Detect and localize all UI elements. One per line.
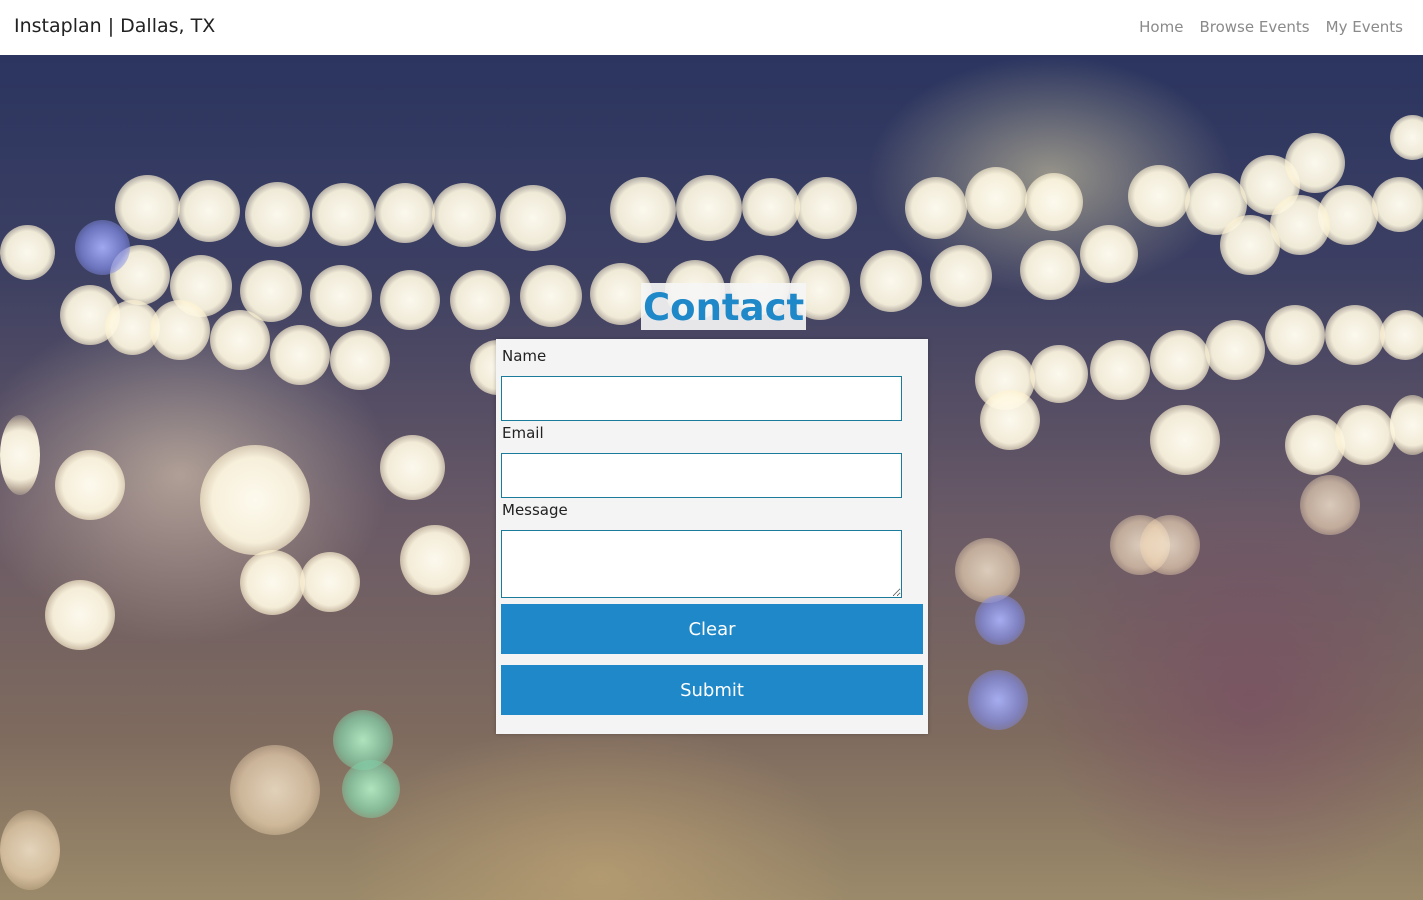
bokeh-light <box>380 435 445 500</box>
bokeh-light <box>905 177 967 239</box>
bokeh-light <box>1380 310 1423 360</box>
name-label: Name <box>502 347 547 365</box>
bokeh-light <box>115 175 180 240</box>
bokeh-light <box>1025 173 1083 231</box>
message-textarea[interactable] <box>501 530 902 598</box>
bokeh-light <box>1300 475 1360 535</box>
bokeh-light <box>676 175 742 241</box>
bokeh-light <box>1030 345 1088 403</box>
bokeh-light <box>450 270 510 330</box>
message-label: Message <box>502 501 568 519</box>
bokeh-light <box>0 415 40 495</box>
bokeh-light <box>230 745 320 835</box>
clear-button[interactable]: Clear <box>501 604 923 654</box>
bokeh-light <box>178 180 240 242</box>
bokeh-light <box>975 595 1025 645</box>
bokeh-light <box>520 265 582 327</box>
bokeh-light <box>55 450 125 520</box>
nav-links: Home Browse Events My Events <box>1139 18 1403 36</box>
bokeh-light <box>342 760 400 818</box>
bokeh-light <box>245 182 310 247</box>
bokeh-light <box>955 538 1020 603</box>
nav-link-my-events[interactable]: My Events <box>1326 18 1403 36</box>
bokeh-light <box>1080 225 1138 283</box>
nav-link-home[interactable]: Home <box>1139 18 1183 36</box>
bokeh-light <box>1090 340 1150 400</box>
contact-form: Name Email Message Clear Submit <box>496 339 928 734</box>
bokeh-light <box>300 552 360 612</box>
bokeh-light <box>1020 240 1080 300</box>
bokeh-light <box>1335 405 1395 465</box>
bokeh-light <box>1150 405 1220 475</box>
bokeh-light <box>610 177 676 243</box>
bokeh-light <box>1285 133 1345 193</box>
bokeh-light <box>1205 320 1265 380</box>
bokeh-light <box>330 330 390 390</box>
email-label: Email <box>502 424 544 442</box>
bokeh-light <box>980 390 1040 450</box>
bokeh-light <box>1128 165 1190 227</box>
bokeh-light <box>310 265 372 327</box>
submit-button[interactable]: Submit <box>501 665 923 715</box>
bokeh-light <box>930 245 992 307</box>
bokeh-light <box>742 178 800 236</box>
bokeh-light <box>75 220 130 275</box>
bokeh-light <box>1390 115 1423 160</box>
bokeh-light <box>45 580 115 650</box>
bokeh-light <box>1220 215 1280 275</box>
bokeh-light <box>200 445 310 555</box>
bokeh-light <box>375 183 435 243</box>
nav-link-browse-events[interactable]: Browse Events <box>1199 18 1309 36</box>
bokeh-light <box>1140 515 1200 575</box>
bokeh-light <box>1390 395 1423 455</box>
email-input[interactable] <box>501 453 902 498</box>
bokeh-light <box>240 550 305 615</box>
bokeh-light <box>400 525 470 595</box>
bokeh-light <box>432 183 496 247</box>
bokeh-light <box>1265 305 1325 365</box>
brand-link[interactable]: Instaplan | Dallas, TX <box>14 15 215 37</box>
bokeh-light <box>0 225 55 280</box>
name-input[interactable] <box>501 376 902 421</box>
bokeh-light <box>380 270 440 330</box>
bokeh-light <box>1372 177 1423 232</box>
bokeh-light <box>965 167 1027 229</box>
bokeh-light <box>1150 330 1210 390</box>
bokeh-light <box>150 300 210 360</box>
navbar: Instaplan | Dallas, TX Home Browse Event… <box>0 0 1423 55</box>
bokeh-light <box>270 325 330 385</box>
bokeh-light <box>500 185 566 251</box>
bokeh-light <box>312 183 375 246</box>
bokeh-light <box>860 250 922 312</box>
bokeh-light <box>795 177 857 239</box>
bokeh-light <box>968 670 1028 730</box>
bokeh-light <box>0 810 60 890</box>
bokeh-light <box>210 310 270 370</box>
bokeh-light <box>1325 305 1385 365</box>
page-title: Contact <box>641 283 807 330</box>
